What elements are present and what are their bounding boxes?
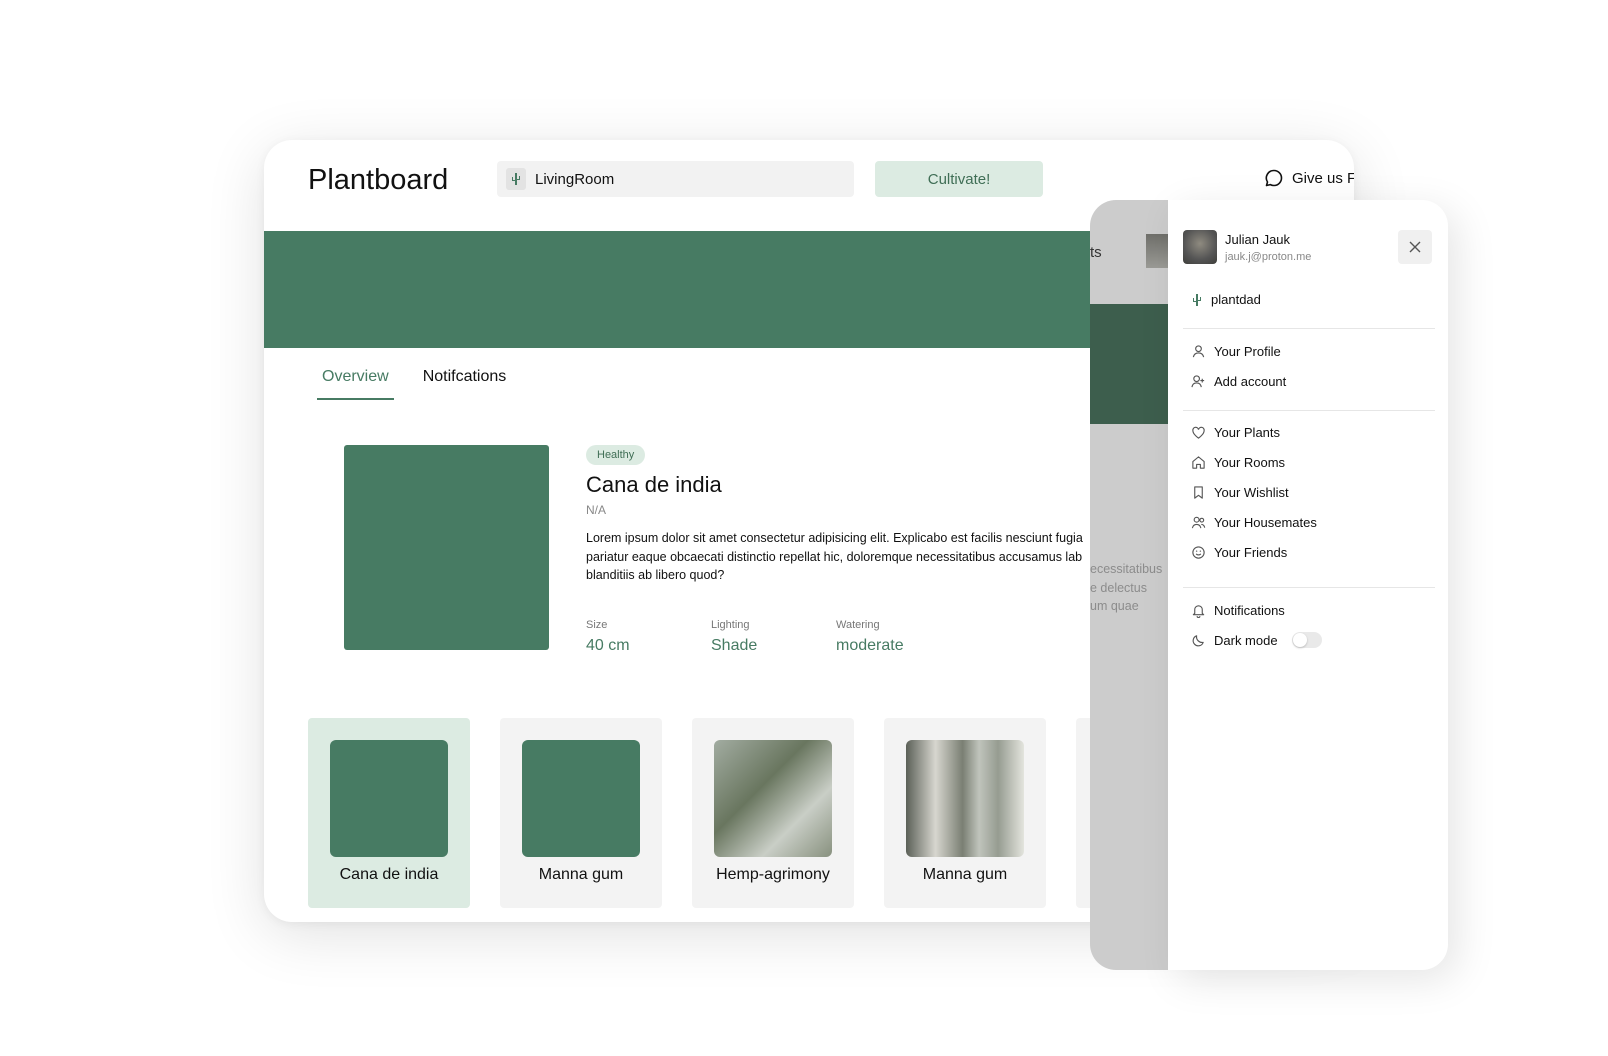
- plant-thumbnail: [330, 740, 448, 857]
- menu-item-your-plants[interactable]: Your Plants: [1191, 417, 1317, 447]
- room-selector-input[interactable]: LivingRoom: [497, 161, 854, 197]
- chat-bubble-icon: [1265, 169, 1283, 187]
- divider: [1183, 328, 1435, 329]
- plant-card-label: Hemp-agrimony: [716, 866, 830, 883]
- menu-item-label: Add account: [1214, 373, 1287, 389]
- menu-item-label: Your Rooms: [1214, 454, 1286, 470]
- backdrop-banner: [1090, 304, 1168, 424]
- home-icon: [1192, 455, 1205, 469]
- avatar: [1146, 234, 1168, 268]
- plant-card-label: Manna gum: [922, 866, 1008, 883]
- cactus-icon: [506, 168, 526, 190]
- users-icon: [1191, 516, 1206, 528]
- user-menu-panel: Julian Jauk jauk.j@proton.me plantdad Yo…: [1168, 200, 1448, 970]
- plant-card-label: Cana de india: [339, 866, 439, 883]
- plant-image: [344, 445, 549, 650]
- stat-label: Lighting: [711, 618, 750, 631]
- divider: [1183, 587, 1435, 588]
- feedback-label: Give us Fe: [1292, 169, 1354, 187]
- stat-value: Shade: [711, 636, 758, 654]
- plant-card[interactable]: Cana de india: [308, 718, 470, 908]
- backdrop-text: ecessitatibus e delectus um quae: [1090, 562, 1163, 613]
- cactus-icon: [1193, 293, 1201, 306]
- plant-photo: [906, 740, 1024, 857]
- plant-card[interactable]: Manna gum: [884, 718, 1046, 908]
- menu-item-your-friends[interactable]: Your Friends: [1191, 537, 1317, 567]
- tab-bar: Overview Notifcations: [317, 368, 511, 400]
- tab-overview[interactable]: Overview: [317, 368, 394, 400]
- menu-item-notifications[interactable]: Notifications: [1191, 595, 1322, 625]
- stat-label: Size: [586, 618, 608, 631]
- close-icon: [1409, 241, 1421, 253]
- status-badge: Healthy: [586, 445, 646, 465]
- menu-group-account: Your Profile Add account: [1191, 336, 1286, 396]
- stat-label: Watering: [836, 618, 880, 631]
- toggle-knob: [1292, 633, 1307, 647]
- menu-item-add-account[interactable]: Add account: [1191, 366, 1286, 396]
- plant-thumbnail: [522, 740, 640, 857]
- menu-item-your-housemates[interactable]: Your Housemates: [1191, 507, 1317, 537]
- menu-group-settings: Notifications Dark mode: [1191, 595, 1322, 655]
- menu-item-label: Your Housemates: [1214, 514, 1317, 530]
- close-button[interactable]: [1398, 230, 1432, 264]
- menu-item-dark-mode: Dark mode: [1191, 625, 1322, 655]
- menu-item-label: Your Friends: [1214, 544, 1288, 560]
- user-email: jauk.j@proton.me: [1225, 251, 1312, 263]
- stat-value: 40 cm: [586, 636, 630, 654]
- stat-watering: Watering moderate: [836, 619, 961, 655]
- backdrop-text: ts: [1090, 244, 1102, 261]
- menu-item-label: Your Plants: [1214, 424, 1281, 440]
- heart-icon: [1192, 426, 1205, 439]
- dark-mode-toggle[interactable]: [1291, 632, 1322, 648]
- bell-icon: [1192, 604, 1205, 618]
- menu-item-your-profile[interactable]: Your Profile: [1191, 336, 1286, 366]
- plant-card[interactable]: Hemp-agrimony: [692, 718, 854, 908]
- feedback-link[interactable]: Give us Fe: [1264, 168, 1354, 188]
- stat-value: moderate: [836, 636, 904, 654]
- user-plus-icon: [1191, 374, 1205, 387]
- room-selector-value: LivingRoom: [535, 170, 615, 188]
- plant-photo: [714, 740, 832, 857]
- plant-card-label: Manna gum: [538, 866, 624, 883]
- user-name: Julian Jauk: [1225, 232, 1291, 247]
- app-logo: Plantboard: [308, 164, 449, 196]
- menu-item-label: Notifications: [1214, 602, 1285, 618]
- plant-card[interactable]: Manna gum: [500, 718, 662, 908]
- bookmark-icon: [1194, 485, 1203, 499]
- moon-icon: [1192, 634, 1204, 646]
- modal-backdrop[interactable]: ts ecessitatibus e delectus um quae: [1090, 200, 1168, 970]
- cultivate-button[interactable]: Cultivate!: [875, 161, 1043, 197]
- stat-size: Size 40 cm: [586, 619, 711, 655]
- account-name: plantdad: [1211, 292, 1261, 307]
- menu-item-label: Your Profile: [1214, 343, 1281, 359]
- tab-notifications[interactable]: Notifcations: [418, 368, 512, 400]
- menu-item-label: Your Wishlist: [1214, 484, 1289, 500]
- user-icon: [1192, 344, 1205, 357]
- smile-icon: [1192, 545, 1205, 559]
- menu-item-label: Dark mode: [1214, 632, 1278, 648]
- account-switch[interactable]: plantdad: [1191, 292, 1261, 307]
- avatar: [1183, 230, 1217, 264]
- menu-group-collections: Your Plants Your Rooms Your Wishlist You…: [1191, 417, 1317, 567]
- stat-lighting: Lighting Shade: [711, 619, 836, 655]
- menu-item-your-rooms[interactable]: Your Rooms: [1191, 447, 1317, 477]
- menu-item-your-wishlist[interactable]: Your Wishlist: [1191, 477, 1317, 507]
- divider: [1183, 410, 1435, 411]
